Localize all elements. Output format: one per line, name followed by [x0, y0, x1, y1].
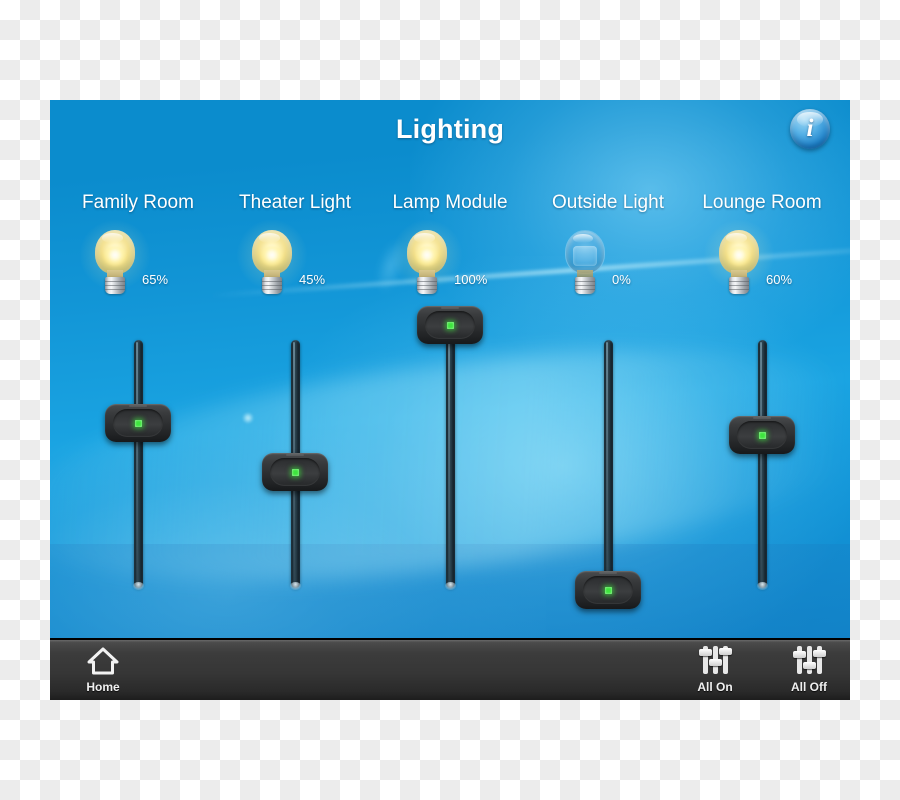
slider-thumb[interactable]	[417, 306, 483, 344]
bulb-row: 100%	[370, 220, 530, 298]
slider-thumb[interactable]	[105, 404, 171, 442]
status-led	[446, 321, 454, 329]
slider-track[interactable]	[445, 340, 456, 590]
slider-thumb-notch	[441, 307, 459, 309]
slider-track-cap	[290, 582, 301, 590]
fader-2	[709, 646, 722, 674]
slider-thumb-notch	[129, 405, 147, 407]
channel-label: Family Room	[82, 192, 194, 213]
slider-track[interactable]	[603, 340, 614, 590]
fader-2	[803, 646, 816, 674]
lighting-channels: Family Room 65% Theater Light 45% Lamp M…	[50, 100, 850, 640]
fader-3-thumb	[719, 648, 732, 655]
brightness-percent: 60%	[766, 272, 793, 287]
bulb-row: 45%	[215, 220, 375, 298]
bulb-highlight	[414, 233, 435, 243]
brightness-percent: 65%	[142, 272, 169, 287]
bulb-row: 0%	[528, 230, 688, 298]
fader-2-thumb	[803, 662, 816, 669]
all-on-button[interactable]: All On	[672, 644, 758, 696]
bulb-screw-base	[729, 277, 749, 294]
fader-1-thumb	[793, 651, 806, 658]
channel-label: Lounge Room	[702, 192, 822, 213]
light-bulb-on-icon[interactable]	[392, 220, 462, 296]
home-button[interactable]: Home	[60, 644, 146, 696]
channel-lamp-module: Lamp Module 100%	[370, 100, 530, 640]
slider-track-cap	[445, 582, 456, 590]
slider-thumb[interactable]	[575, 571, 641, 609]
channel-label: Outside Light	[552, 192, 664, 213]
slider-thumb-notch	[286, 454, 304, 456]
channel-label: Lamp Module	[392, 192, 508, 213]
slider-thumb[interactable]	[262, 453, 328, 491]
fader-1	[699, 646, 712, 674]
slider-track[interactable]	[133, 340, 144, 590]
bottom-toolbar: Home All On All Off	[50, 638, 850, 700]
fader-2-thumb	[709, 659, 722, 666]
brightness-percent: 0%	[612, 272, 631, 287]
slider-track-cap	[757, 582, 768, 590]
fader-3-thumb	[813, 650, 826, 657]
status-led	[291, 468, 299, 476]
bulb-highlight	[259, 233, 280, 243]
home-icon	[86, 646, 120, 676]
all-off-button[interactable]: All Off	[766, 644, 850, 696]
brightness-percent: 100%	[454, 272, 488, 287]
slider-track-cap	[133, 582, 144, 590]
bulb-filament	[727, 246, 751, 266]
slider-thumb-notch	[753, 417, 771, 419]
bulb-filament	[415, 246, 439, 266]
fader-1	[793, 646, 806, 674]
bulb-highlight	[726, 233, 747, 243]
status-led	[604, 586, 612, 594]
bulb-highlight	[572, 233, 593, 244]
lighting-app-window: Lighting i Family Room 65% Theater Light…	[50, 100, 850, 700]
light-bulb-on-icon[interactable]	[237, 220, 307, 296]
bulb-screw-base	[262, 277, 282, 294]
bulb-filament	[260, 246, 284, 266]
channel-outside-light: Outside Light 0%	[528, 100, 688, 640]
bulb-screw-base	[105, 277, 125, 294]
light-bulb-on-icon[interactable]	[80, 220, 150, 296]
fader-3	[813, 646, 826, 674]
light-bulb-off-icon[interactable]	[562, 230, 608, 296]
all-on-label: All On	[697, 680, 733, 694]
slider-track[interactable]	[757, 340, 768, 590]
bulb-filament	[103, 246, 127, 266]
channel-theater-light: Theater Light 45%	[215, 100, 375, 640]
sliders-icon	[698, 646, 732, 676]
bulb-screw-base	[575, 277, 595, 294]
bulb-screw-base	[417, 277, 437, 294]
bulb-highlight	[102, 233, 123, 243]
light-bulb-on-icon[interactable]	[704, 220, 774, 296]
bulb-filament	[573, 246, 597, 266]
bulb-row: 60%	[682, 220, 842, 298]
fader-3	[719, 646, 732, 674]
bulb-row: 65%	[58, 220, 218, 298]
home-label: Home	[86, 680, 120, 694]
channel-family-room: Family Room 65%	[58, 100, 218, 640]
status-led	[758, 431, 766, 439]
channel-label: Theater Light	[239, 192, 351, 213]
all-off-label: All Off	[791, 680, 827, 694]
slider-thumb-notch	[599, 572, 617, 574]
brightness-percent: 45%	[299, 272, 326, 287]
slider-thumb[interactable]	[729, 416, 795, 454]
fader-1-thumb	[699, 649, 712, 656]
channel-lounge-room: Lounge Room 60%	[682, 100, 842, 640]
sliders-icon	[792, 646, 826, 676]
status-led	[134, 419, 142, 427]
